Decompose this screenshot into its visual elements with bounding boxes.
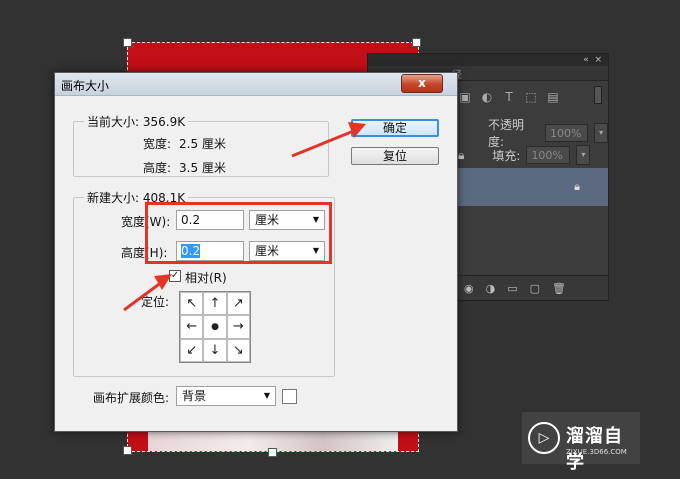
current-size-legend: 当前大小: 356.9K (87, 115, 186, 129)
checkmark-icon: ✓ (170, 270, 180, 281)
close-button[interactable]: x (401, 74, 443, 93)
ok-button[interactable]: 确定 (351, 119, 439, 137)
shape-filter-icon[interactable]: ⬚ (524, 90, 538, 104)
extension-color-swatch[interactable] (282, 389, 297, 404)
extension-color-select[interactable]: 背景 ▼ (176, 386, 276, 406)
selected-layer[interactable] (458, 168, 608, 206)
chevron-down-icon: ▼ (263, 391, 270, 400)
lock-pixels-icon[interactable]: 🔒︎ (458, 148, 464, 163)
reset-button[interactable]: 复位 (351, 147, 439, 165)
anchor-center-icon[interactable]: ● (203, 315, 227, 339)
anchor-bottom-left-icon[interactable]: ↙ (180, 338, 204, 362)
transform-handle[interactable] (268, 448, 277, 457)
adjustment-icon[interactable]: ◑ (486, 282, 496, 295)
watermark-url: ZIXUE.3D66.COM (566, 448, 627, 456)
dialog-title: 画布大小 (61, 79, 110, 93)
fill-field[interactable]: 100% (526, 146, 571, 164)
collapse-icon[interactable]: « (583, 55, 589, 65)
anchor-left-icon[interactable]: ← (180, 315, 204, 339)
panel-topbar: « × (368, 54, 608, 66)
opacity-field[interactable]: 100% (545, 124, 589, 142)
text-filter-icon[interactable]: T (502, 90, 516, 104)
transform-handle[interactable] (412, 38, 421, 47)
fill-label: 填充: (492, 148, 521, 163)
layer-lock-icon: 🔒︎ (574, 180, 580, 193)
transform-handle[interactable] (123, 446, 132, 455)
new-layer-icon[interactable]: ▢ (530, 282, 540, 295)
anchor-bottom-right-icon[interactable]: ↘ (226, 338, 250, 362)
current-width-value: 2.5 厘米 (179, 137, 226, 151)
image-filter-icon[interactable]: ▣ (458, 90, 472, 104)
relative-label: 相对(R) (185, 271, 227, 285)
fill-row: 🔒︎ 填充: 100% ▾ (458, 145, 591, 165)
play-logo-icon: ▷ (528, 422, 560, 454)
anchor-grid: ↖ ↑ ↗ ← ● → ↙ ↓ ↘ (179, 291, 251, 363)
anchor-top-right-icon[interactable]: ↗ (226, 292, 250, 316)
trash-icon[interactable]: 🗑︎ (552, 282, 566, 295)
current-height-value: 3.5 厘米 (179, 161, 226, 175)
relative-checkbox[interactable]: ✓ (169, 270, 181, 282)
folder-icon[interactable]: ▭ (507, 282, 517, 295)
anchor-label: 定位: (141, 295, 170, 309)
watermark: ▷ 溜溜自学 ZIXUE.3D66.COM (522, 412, 640, 473)
fill-dropdown-icon[interactable]: ▾ (576, 145, 591, 165)
current-width-label: 宽度: (143, 137, 172, 151)
panel-bottom-bar: ◉ ◑ ▭ ▢ 🗑︎ (458, 275, 608, 300)
highlight-rectangle (145, 202, 332, 264)
mask-icon[interactable]: ◉ (464, 282, 474, 295)
anchor-top-left-icon[interactable]: ↖ (180, 292, 204, 316)
filter-icon-row: ▣ ◐ T ⬚ ▤ (458, 90, 560, 104)
opacity-dropdown-icon[interactable]: ▾ (594, 123, 608, 143)
adjust-filter-icon[interactable]: ◐ (480, 90, 494, 104)
extension-color-value: 背景 (182, 389, 207, 403)
extension-color-label: 画布扩展颜色: (93, 391, 170, 405)
dialog-titlebar[interactable]: 画布大小 x (55, 73, 457, 96)
anchor-top-icon[interactable]: ↑ (203, 292, 227, 316)
close-icon[interactable]: × (594, 55, 602, 65)
anchor-right-icon[interactable]: → (226, 315, 250, 339)
current-height-label: 高度: (143, 161, 172, 175)
panel-scrollbar[interactable] (594, 86, 602, 104)
anchor-bottom-icon[interactable]: ↓ (203, 338, 227, 362)
smart-filter-icon[interactable]: ▤ (546, 90, 560, 104)
transform-handle[interactable] (123, 38, 132, 47)
